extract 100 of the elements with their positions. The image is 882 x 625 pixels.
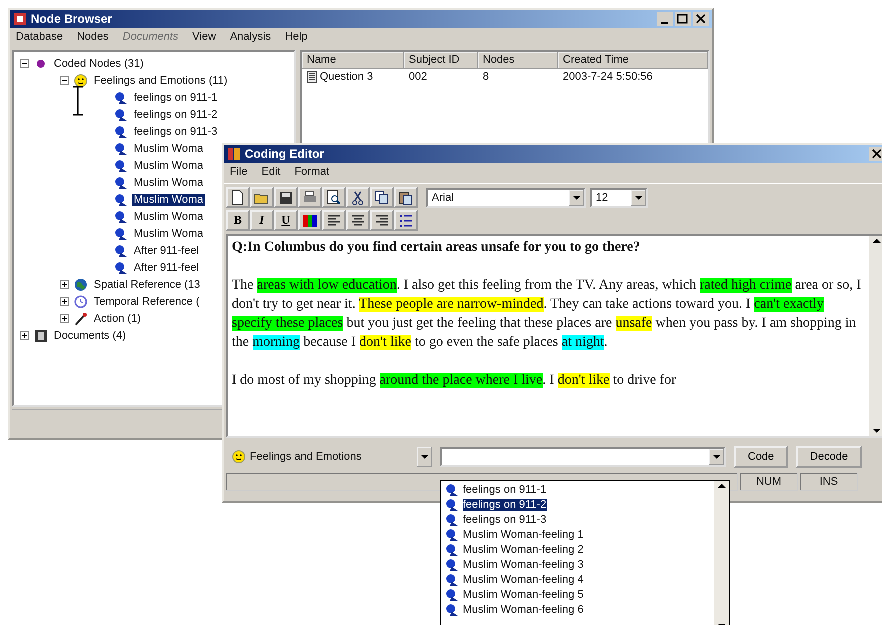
copy-icon <box>374 190 390 206</box>
column-header[interactable]: Subject ID <box>404 52 478 69</box>
tree-item[interactable]: Action (1) <box>92 312 144 324</box>
maximize-button[interactable] <box>675 12 691 26</box>
tree-item[interactable]: feelings on 911-3 <box>132 126 220 138</box>
font-dropdown[interactable]: Arial <box>426 188 586 208</box>
menu-item[interactable]: Edit <box>262 166 281 180</box>
node-dropdown[interactable] <box>440 447 726 467</box>
dropdown-option[interactable]: feelings on 911-1 <box>463 484 547 496</box>
scrollbar[interactable] <box>869 236 882 436</box>
menu-item[interactable]: Database <box>16 31 64 45</box>
menu-item[interactable]: View <box>192 31 216 45</box>
column-header[interactable]: Name <box>302 52 404 69</box>
dropdown-option[interactable]: Muslim Woman-feeling 2 <box>463 544 584 556</box>
node-icon <box>445 602 459 616</box>
bullet-list-button[interactable] <box>394 210 418 231</box>
save-button[interactable] <box>274 187 298 208</box>
column-header[interactable]: Nodes <box>478 52 558 69</box>
tree-item[interactable]: Documents (4) <box>52 330 128 342</box>
tree-item[interactable]: Muslim Woma <box>132 228 206 240</box>
open-button[interactable] <box>250 187 274 208</box>
format-button[interactable]: U <box>274 210 298 231</box>
menu-item[interactable]: Nodes <box>77 31 109 45</box>
tree-item[interactable]: Muslim Woma <box>132 194 206 206</box>
node-icon <box>445 542 459 556</box>
document-icon <box>307 71 317 83</box>
scroll-up-icon[interactable] <box>718 484 726 488</box>
cut-button[interactable] <box>346 187 370 208</box>
copy-button[interactable] <box>370 187 394 208</box>
tree-item[interactable]: After 911-feel <box>132 262 202 274</box>
expander-toggle[interactable] <box>20 331 29 340</box>
expander-toggle[interactable] <box>60 314 69 323</box>
close-button[interactable] <box>869 147 882 161</box>
tree-item[interactable]: feelings on 911-1 <box>132 92 220 104</box>
preview-button[interactable] <box>322 187 346 208</box>
node-icon <box>445 482 459 496</box>
node-icon <box>445 572 459 586</box>
node-icon <box>445 512 459 526</box>
window-title: Coding Editor <box>245 147 326 161</box>
column-header[interactable]: Created Time <box>558 52 708 69</box>
table-cell: 002 <box>409 71 428 83</box>
node-icon <box>114 142 128 156</box>
dropdown-option[interactable]: Muslim Woman-feeling 6 <box>463 604 584 616</box>
expander-toggle[interactable] <box>20 59 29 68</box>
scrollbar[interactable] <box>714 481 729 625</box>
action-button[interactable]: Code <box>734 446 788 468</box>
table-cell: 2003-7-24 5:50:56 <box>563 71 653 83</box>
expander-toggle[interactable] <box>60 76 69 85</box>
tree-item[interactable]: Muslim Woma <box>132 160 206 172</box>
dropdown-option[interactable]: feelings on 911-3 <box>463 514 547 526</box>
menu-item[interactable]: Analysis <box>230 31 272 45</box>
menu-item[interactable]: Help <box>285 31 308 45</box>
color-button[interactable] <box>298 210 322 231</box>
format-button[interactable]: B <box>226 210 250 231</box>
menu-item[interactable]: Format <box>294 166 330 180</box>
paste-button[interactable] <box>394 187 418 208</box>
format-button[interactable]: I <box>250 210 274 231</box>
node-icon <box>114 176 128 190</box>
align-right-icon <box>374 212 390 228</box>
text-cursor-icon <box>72 86 84 116</box>
tree-item[interactable]: Spatial Reference (13 <box>92 278 202 290</box>
blank-page-icon <box>230 190 246 206</box>
caret-icon <box>634 196 642 200</box>
tree-item[interactable]: Feelings and Emotions (11) <box>92 74 230 86</box>
close-button[interactable] <box>693 12 709 26</box>
expander-toggle[interactable] <box>60 297 69 306</box>
print-button[interactable] <box>298 187 322 208</box>
align-left-button[interactable] <box>322 210 346 231</box>
dropdown-option[interactable]: Muslim Woman-feeling 1 <box>463 528 584 540</box>
tree-item[interactable]: Muslim Woma <box>132 142 206 154</box>
tree-item[interactable]: Coded Nodes (31) <box>52 58 146 70</box>
dropdown-option[interactable]: Muslim Woman-feeling 3 <box>463 558 584 570</box>
app-icon <box>227 147 241 161</box>
align-center-button[interactable] <box>346 210 370 231</box>
minimize-button[interactable] <box>657 12 673 26</box>
dropdown-option[interactable]: feelings on 911-2 <box>463 498 547 510</box>
node-icon <box>445 498 459 512</box>
tree-item[interactable]: After 911-feel <box>132 244 202 256</box>
tree-item[interactable]: Muslim Woma <box>132 210 206 222</box>
new-button[interactable] <box>226 187 250 208</box>
table-cell: Question 3 <box>320 71 374 83</box>
node-icon <box>445 558 459 572</box>
tree-item[interactable]: Muslim Woma <box>132 176 206 188</box>
expander-toggle[interactable] <box>60 280 69 289</box>
scroll-up-icon[interactable] <box>872 239 880 243</box>
size-dropdown[interactable]: 12 <box>590 188 648 208</box>
dropdown-option[interactable]: Muslim Woman-feeling 4 <box>463 574 584 586</box>
dropdown-option[interactable]: Muslim Woman-feeling 5 <box>463 588 584 600</box>
node-icon <box>114 124 128 138</box>
magnifier-page-icon <box>326 190 342 206</box>
scroll-down-icon[interactable] <box>872 429 880 433</box>
node-icon <box>445 528 459 542</box>
action-button[interactable]: Decode <box>796 446 862 468</box>
align-right-button[interactable] <box>370 210 394 231</box>
window-title: Node Browser <box>31 12 114 26</box>
pen-icon <box>74 312 88 326</box>
tree-item[interactable]: Temporal Reference ( <box>92 296 202 308</box>
align-left-icon <box>326 212 342 228</box>
tree-item[interactable]: feelings on 911-2 <box>132 108 220 120</box>
menu-item[interactable]: File <box>230 166 248 180</box>
